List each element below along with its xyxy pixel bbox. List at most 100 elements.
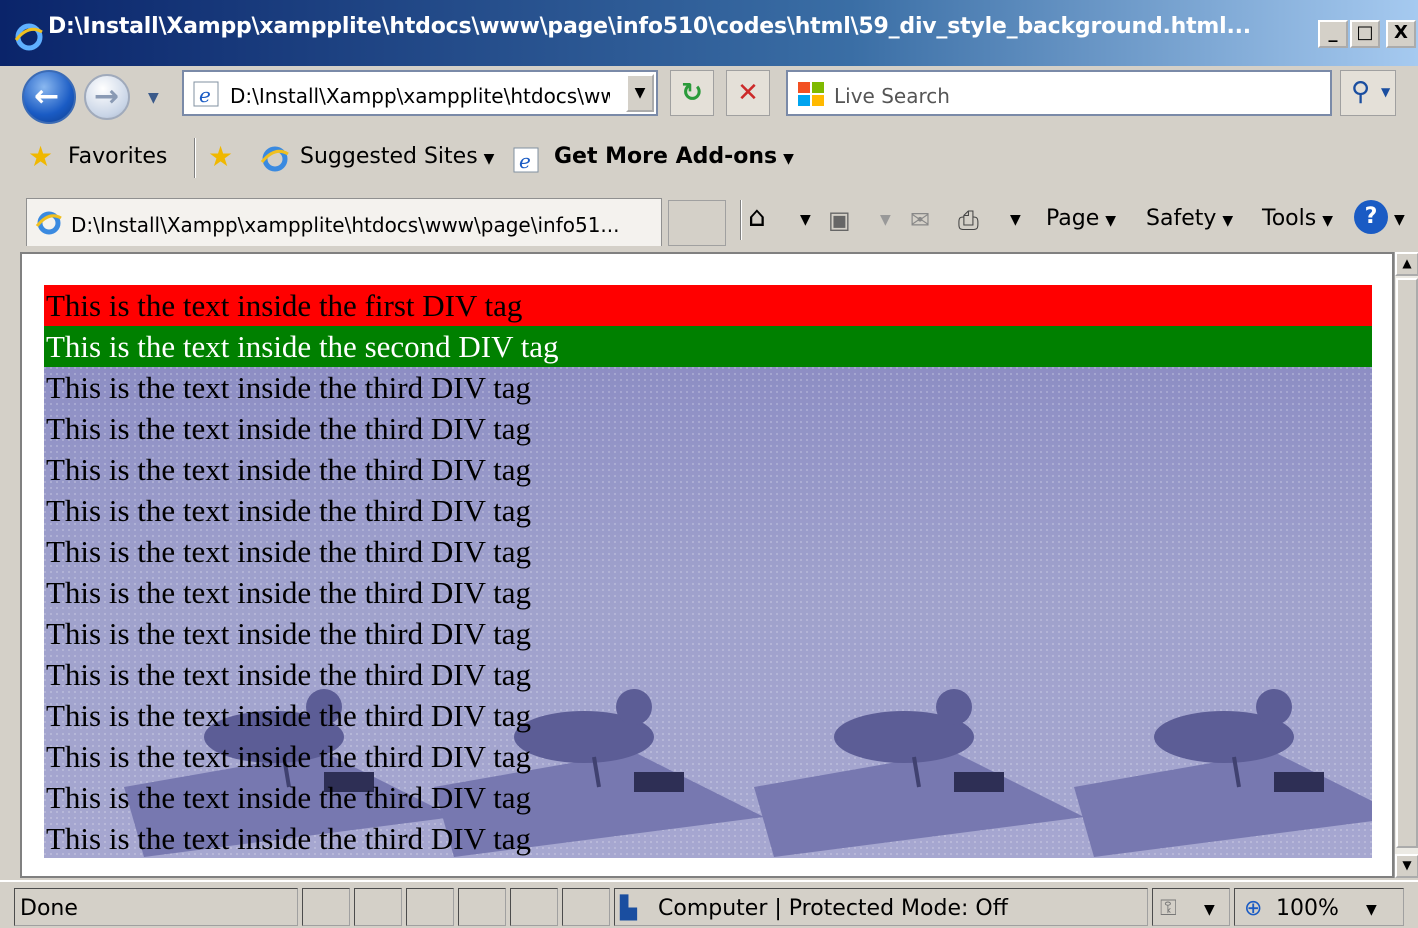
chevron-down-icon: ▼ [1105, 213, 1117, 229]
status-cell [302, 888, 350, 926]
safety-menu[interactable]: Safety ▼ [1146, 206, 1233, 231]
chevron-down-icon: ▼ [1322, 213, 1333, 229]
second-div: This is the text inside the second DIV t… [44, 326, 1372, 367]
address-dropdown-button[interactable]: ▼ [626, 74, 654, 112]
status-text: Done [20, 896, 78, 921]
favorites-button[interactable]: Favorites [68, 144, 167, 169]
third-div-line: This is the text inside the third DIV ta… [46, 616, 532, 651]
ie-logo-icon [14, 23, 43, 51]
third-div-line: This is the text inside the third DIV ta… [46, 657, 532, 692]
stop-button[interactable]: ✕ [726, 70, 770, 116]
mail-icon[interactable]: ✉ [910, 206, 930, 234]
search-button[interactable]: ⚲ ▼ [1340, 70, 1396, 116]
tools-menu[interactable]: Tools ▼ [1262, 206, 1333, 231]
refresh-icon: ↻ [681, 78, 703, 108]
suggested-sites-label: Suggested Sites [300, 144, 478, 169]
toolbar-separator [740, 200, 742, 240]
window-title: D:\Install\Xampp\xampplite\htdocs\www\pa… [48, 14, 1251, 39]
first-div: This is the text inside the first DIV ta… [44, 285, 1372, 326]
suggested-sites-link[interactable]: Suggested Sites ▼ [300, 144, 494, 169]
suggested-sites-ie-icon [260, 146, 289, 172]
vertical-scrollbar[interactable]: ▲ ▼ [1394, 252, 1418, 878]
third-div-line: This is the text inside the third DIV ta… [46, 370, 532, 405]
get-addons-label: Get More Add-ons [554, 144, 778, 169]
page-icon: e [193, 81, 219, 107]
status-cell [458, 888, 506, 926]
recent-pages-dropdown-icon[interactable]: ▼ [148, 90, 159, 106]
magnifier-icon: ⚲ [1351, 77, 1371, 107]
status-bar: Done ▙ Computer | Protected Mode: Off ⚿ … [0, 880, 1418, 928]
address-input[interactable]: D:\Install\Xampp\xampplite\htdocs\ww [230, 84, 610, 108]
tab-ie-icon [35, 211, 62, 235]
back-button[interactable]: ← [22, 70, 76, 124]
page-menu-label: Page [1046, 206, 1100, 231]
toolbar-separator [194, 138, 196, 178]
page-viewport: This is the text inside the first DIV ta… [20, 252, 1394, 878]
zoom-icon: ⊕ [1244, 896, 1263, 921]
zoom-level[interactable]: 100% [1276, 896, 1339, 921]
status-cell [562, 888, 610, 926]
third-div: This is the text inside the third DIV ta… [44, 367, 1372, 858]
third-div-line: This is the text inside the third DIV ta… [46, 411, 532, 446]
add-favorite-icon[interactable]: ★ [208, 140, 233, 173]
zoom-dropdown-icon[interactable]: ▼ [1366, 902, 1377, 918]
third-div-line: This is the text inside the third DIV ta… [46, 821, 532, 856]
third-div-line: This is the text inside the third DIV ta… [46, 534, 532, 569]
favorites-star-icon: ★ [28, 140, 54, 173]
browser-tab[interactable]: D:\Install\Xampp\xampplite\htdocs\www\pa… [26, 198, 662, 246]
svg-text:e: e [519, 149, 531, 173]
third-div-line: This is the text inside the third DIV ta… [46, 739, 532, 774]
third-div-line: This is the text inside the third DIV ta… [46, 575, 532, 610]
third-div-line: This is the text inside the third DIV ta… [46, 780, 532, 815]
help-icon[interactable]: ? [1354, 200, 1388, 234]
safety-menu-label: Safety [1146, 206, 1217, 231]
scroll-up-arrow-icon[interactable]: ▲ [1395, 252, 1418, 276]
live-search-logo-icon [798, 82, 824, 106]
close-button[interactable]: X [1386, 20, 1416, 48]
third-div-line: This is the text inside the third DIV ta… [46, 493, 532, 528]
scrollbar-thumb[interactable] [1396, 278, 1418, 848]
title-bar: D:\Install\Xampp\xampplite\htdocs\www\pa… [0, 0, 1418, 66]
addons-page-icon: e [513, 147, 539, 173]
tools-menu-label: Tools [1262, 206, 1317, 231]
address-bar[interactable]: e D:\Install\Xampp\xampplite\htdocs\ww ▼ [182, 70, 658, 116]
svg-text:e: e [199, 83, 211, 107]
print-dropdown-icon[interactable]: ▼ [1010, 212, 1021, 228]
refresh-button[interactable]: ↻ [670, 70, 714, 116]
search-options-dropdown-icon[interactable]: ▼ [1381, 85, 1390, 99]
computer-zone-icon: ▙ [620, 896, 637, 921]
print-icon[interactable]: ⎙ [958, 206, 979, 237]
back-arrow-icon: ← [34, 79, 60, 114]
security-lock-icon: ⚿ [1160, 896, 1177, 921]
status-cell [510, 888, 558, 926]
maximize-button[interactable]: □ [1350, 20, 1380, 48]
get-addons-link[interactable]: Get More Add-ons ▼ [554, 144, 794, 169]
status-cell [406, 888, 454, 926]
chevron-down-icon: ▼ [1222, 213, 1234, 229]
forward-button[interactable]: → [84, 74, 130, 120]
minimize-button[interactable]: _ [1318, 20, 1348, 48]
page-menu[interactable]: Page ▼ [1046, 206, 1116, 231]
navigation-bar: ← → ▼ e D:\Install\Xampp\xampplite\htdoc… [0, 66, 1418, 124]
forward-arrow-icon: → [94, 79, 120, 114]
command-bar: D:\Install\Xampp\xampplite\htdocs\www\pa… [0, 192, 1418, 250]
tab-title: D:\Install\Xampp\xampplite\htdocs\www\pa… [71, 213, 620, 237]
chevron-down-icon: ▼ [483, 151, 495, 167]
chevron-down-icon[interactable]: ▼ [1204, 902, 1215, 918]
third-div-line: This is the text inside the third DIV ta… [46, 452, 532, 487]
search-box[interactable]: Live Search [786, 70, 1332, 116]
new-tab-button[interactable] [668, 200, 726, 246]
status-cell [354, 888, 402, 926]
home-icon[interactable]: ⌂ [748, 200, 766, 233]
third-div-line: This is the text inside the third DIV ta… [46, 698, 532, 733]
help-dropdown-icon[interactable]: ▼ [1394, 212, 1405, 228]
feeds-dropdown-icon[interactable]: ▼ [880, 212, 891, 228]
home-dropdown-icon[interactable]: ▼ [800, 212, 811, 228]
zone-text: Computer | Protected Mode: Off [658, 896, 1008, 921]
favorites-bar: ★ Favorites ★ Suggested Sites ▼ e Get Mor… [0, 124, 1418, 192]
stop-icon: ✕ [737, 78, 759, 108]
scroll-down-arrow-icon[interactable]: ▼ [1395, 854, 1418, 878]
feeds-icon[interactable]: ▣ [828, 206, 851, 234]
search-input[interactable]: Live Search [834, 84, 950, 108]
chevron-down-icon: ▼ [783, 151, 794, 167]
